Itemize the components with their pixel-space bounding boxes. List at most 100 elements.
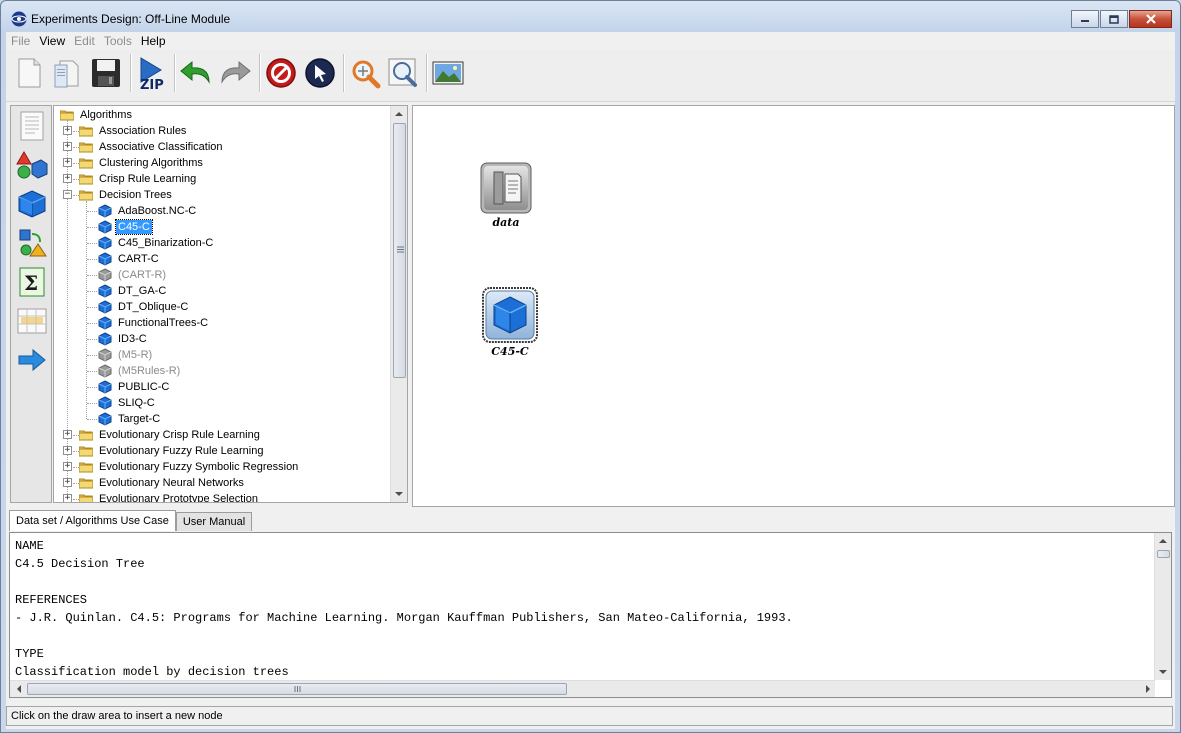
tree-folder-item[interactable]: Evolutionary Neural Networks bbox=[79, 475, 246, 491]
tree-algorithm-item[interactable]: PUBLIC-C bbox=[98, 379, 171, 395]
tree-guide-line bbox=[87, 403, 97, 404]
cubes-exchange-icon bbox=[19, 229, 47, 257]
expand-toggle-icon[interactable]: + bbox=[63, 478, 72, 487]
undo-button[interactable] bbox=[177, 54, 215, 92]
description-line: TYPE bbox=[15, 647, 44, 661]
open-button[interactable] bbox=[48, 54, 86, 92]
menu-tools[interactable]: Tools bbox=[99, 32, 136, 50]
collapse-toggle-icon[interactable]: − bbox=[63, 190, 72, 199]
tree-folder-item[interactable]: Evolutionary Prototype Selection bbox=[79, 491, 260, 502]
tree-algorithm-item[interactable]: DT_Oblique-C bbox=[98, 299, 190, 315]
tree-algorithm-item[interactable]: SLIQ-C bbox=[98, 395, 157, 411]
expand-toggle-icon[interactable]: + bbox=[63, 174, 72, 183]
tree-algorithm-item[interactable]: (M5-R) bbox=[98, 347, 154, 363]
tree-guide-line bbox=[87, 355, 97, 356]
tree-item-label: (CART-R) bbox=[118, 269, 167, 281]
tree-item-label: Clustering Algorithms bbox=[99, 157, 203, 169]
description-hscroll-thumb[interactable] bbox=[27, 683, 567, 695]
expand-toggle-icon[interactable]: + bbox=[63, 142, 72, 151]
palette-preprocess-button[interactable] bbox=[16, 149, 48, 181]
close-button[interactable] bbox=[1129, 10, 1172, 28]
zip-button[interactable]: ZIP bbox=[134, 54, 172, 92]
scroll-up-arrow[interactable] bbox=[1159, 539, 1167, 543]
tree-scroll-thumb[interactable] bbox=[393, 123, 406, 378]
stop-button[interactable] bbox=[262, 54, 300, 92]
scroll-left-arrow[interactable] bbox=[15, 685, 23, 693]
draw-area[interactable]: data C45-C bbox=[412, 105, 1175, 507]
tree-algorithm-item[interactable]: AdaBoost.NC-C bbox=[98, 203, 198, 219]
maximize-icon bbox=[1109, 14, 1119, 24]
pointer-button[interactable] bbox=[301, 54, 339, 92]
scroll-down-arrow[interactable] bbox=[1159, 670, 1167, 674]
palette-visualize-button[interactable] bbox=[16, 305, 48, 337]
expand-toggle-icon[interactable]: + bbox=[63, 126, 72, 135]
tree-item-label: DT_Oblique-C bbox=[118, 301, 189, 313]
tree-algorithm-item[interactable]: DT_GA-C bbox=[98, 283, 168, 299]
tab-use-case[interactable]: Data set / Algorithms Use Case bbox=[9, 510, 176, 531]
tree-item-label: C45-C bbox=[115, 219, 153, 235]
tree-folder-item[interactable]: Association Rules bbox=[79, 123, 188, 139]
app-window: Experiments Design: Off-Line Module File… bbox=[0, 0, 1181, 733]
algorithm-icon bbox=[98, 396, 112, 410]
expand-toggle-icon[interactable]: + bbox=[63, 446, 72, 455]
tree-algorithm-item[interactable]: C45_Binarization-C bbox=[98, 235, 215, 251]
expand-toggle-icon[interactable]: + bbox=[63, 430, 72, 439]
component-palette: Σ bbox=[10, 105, 52, 503]
scroll-down-arrow[interactable] bbox=[395, 492, 403, 496]
tree-guide-line bbox=[73, 131, 79, 132]
palette-postprocess-button[interactable] bbox=[16, 227, 48, 259]
new-button[interactable] bbox=[10, 54, 48, 92]
tree-folder-item[interactable]: Evolutionary Fuzzy Symbolic Regression bbox=[79, 459, 300, 475]
zoom-button[interactable] bbox=[346, 54, 384, 92]
tree-algorithm-item[interactable]: Target-C bbox=[98, 411, 162, 427]
description-vscroll-thumb[interactable] bbox=[1157, 550, 1170, 558]
tree-folder-item[interactable]: Associative Classification bbox=[79, 139, 225, 155]
status-text: Click on the draw area to insert a new n… bbox=[11, 710, 223, 722]
redo-button[interactable] bbox=[216, 54, 254, 92]
tree-algorithm-item[interactable]: (M5Rules-R) bbox=[98, 363, 182, 379]
tree-root[interactable]: Algorithms bbox=[60, 107, 134, 123]
tab-user-manual[interactable]: User Manual bbox=[175, 512, 253, 531]
palette-connection-button[interactable] bbox=[16, 344, 48, 376]
tree-algorithm-item[interactable]: FunctionalTrees-C bbox=[98, 315, 210, 331]
description-hscrollbar[interactable] bbox=[10, 680, 1155, 697]
tree-scrollbar[interactable] bbox=[390, 106, 407, 502]
tree-folder-item[interactable]: Crisp Rule Learning bbox=[79, 171, 198, 187]
maximize-button[interactable] bbox=[1100, 10, 1128, 28]
tree-algorithm-item[interactable]: CART-C bbox=[98, 251, 161, 267]
tree-algorithm-item[interactable]: (CART-R) bbox=[98, 267, 168, 283]
image-button[interactable] bbox=[429, 54, 467, 92]
expand-toggle-icon[interactable]: + bbox=[63, 158, 72, 167]
palette-method-button[interactable] bbox=[16, 188, 48, 220]
minimize-button[interactable] bbox=[1071, 10, 1099, 28]
tree-folder-item[interactable]: Evolutionary Fuzzy Rule Learning bbox=[79, 443, 265, 459]
title-bar: Experiments Design: Off-Line Module bbox=[1, 1, 1180, 32]
palette-statistics-button[interactable]: Σ bbox=[16, 266, 48, 298]
expand-toggle-icon[interactable]: + bbox=[63, 462, 72, 471]
tree-algorithm-item[interactable]: ID3-C bbox=[98, 331, 149, 347]
menu-file[interactable]: File bbox=[6, 32, 34, 50]
save-button[interactable] bbox=[87, 54, 125, 92]
menu-help[interactable]: Help bbox=[136, 32, 170, 50]
node-data[interactable]: data bbox=[471, 162, 541, 229]
tree-folder-item[interactable]: Decision Trees bbox=[79, 187, 174, 203]
tree-item-label: Association Rules bbox=[99, 125, 187, 137]
expand-toggle-icon[interactable]: + bbox=[63, 494, 72, 502]
node-c45[interactable]: C45-C bbox=[475, 287, 545, 358]
menu-edit[interactable]: Edit bbox=[69, 32, 99, 50]
scroll-up-arrow[interactable] bbox=[395, 112, 403, 116]
tree-item-label: Evolutionary Fuzzy Symbolic Regression bbox=[99, 461, 299, 473]
tree-guide-line bbox=[73, 435, 79, 436]
palette-dataset-button[interactable] bbox=[16, 110, 48, 142]
tree-folder-item[interactable]: Clustering Algorithms bbox=[79, 155, 205, 171]
menu-view[interactable]: View bbox=[34, 32, 69, 50]
tree-item-label: Associative Classification bbox=[99, 141, 223, 153]
tree-algorithm-item[interactable]: C45-C bbox=[98, 219, 153, 235]
description-vscrollbar[interactable] bbox=[1154, 533, 1171, 680]
zoom-fit-button[interactable] bbox=[384, 54, 422, 92]
algorithm-icon bbox=[98, 204, 112, 218]
description-line: NAME bbox=[15, 539, 44, 553]
dataset-icon bbox=[480, 162, 532, 214]
tree-folder-item[interactable]: Evolutionary Crisp Rule Learning bbox=[79, 427, 262, 443]
scroll-right-arrow[interactable] bbox=[1144, 685, 1152, 693]
